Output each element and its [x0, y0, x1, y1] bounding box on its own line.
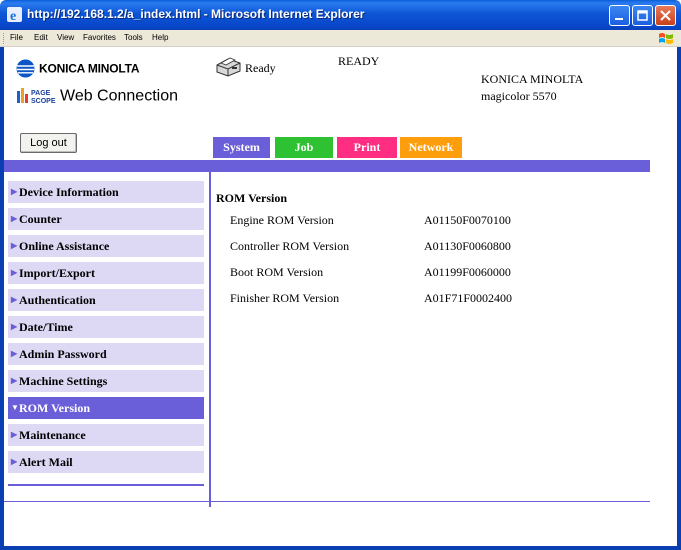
sidebar-item-label: Counter	[19, 212, 62, 226]
rom-value-finisher: A01F71F0002400	[424, 291, 513, 305]
window-title: http://192.168.1.2/a_index.html - Micros…	[27, 7, 365, 21]
menu-view[interactable]: View	[57, 33, 74, 42]
menu-bar: File Edit View Favorites Tools Help	[0, 30, 681, 47]
header-divider-band	[4, 160, 650, 172]
sidebar-nav: ▶ Device Information ▶ Counter ▶ Online Ass…	[4, 172, 211, 507]
web-connection-logo: PAGE SCOPE Web Connection	[16, 87, 178, 105]
rom-label-finisher: Finisher ROM Version	[230, 291, 340, 305]
triangle-right-icon: ▶	[11, 241, 18, 250]
triangle-right-icon: ▶	[11, 430, 18, 439]
close-icon	[660, 10, 671, 21]
menu-favorites[interactable]: Favorites	[83, 33, 116, 42]
triangle-right-icon: ▶	[11, 187, 18, 196]
rom-label-boot: Boot ROM Version	[230, 265, 324, 279]
app-logo-text: Web Connection	[60, 87, 178, 105]
sidebar-item-label: Admin Password	[19, 347, 107, 361]
sidebar-footer-rule	[8, 484, 204, 486]
sidebar-item-maintenance[interactable]: ▶ Maintenance	[8, 424, 204, 446]
maximize-icon	[637, 10, 648, 21]
printer-icon	[216, 57, 241, 77]
menu-tools[interactable]: Tools	[124, 33, 143, 42]
triangle-right-icon: ▶	[11, 295, 18, 304]
rom-label-controller: Controller ROM Version	[230, 239, 350, 253]
sidebar-item-device-information[interactable]: ▶ Device Information	[8, 181, 204, 203]
window-border-right	[677, 47, 681, 550]
sidebar-item-label: Device Information	[19, 185, 119, 199]
menu-file[interactable]: File	[10, 33, 23, 42]
tab-job[interactable]: Job	[275, 137, 333, 158]
menu-help[interactable]: Help	[152, 33, 168, 42]
sidebar-item-counter[interactable]: ▶ Counter	[8, 208, 204, 230]
sidebar-item-label: Date/Time	[19, 320, 73, 334]
toolbar-grip	[3, 33, 5, 44]
minimize-button[interactable]	[609, 5, 630, 26]
internet-explorer-icon: e	[7, 7, 22, 23]
printer-status-message: READY	[338, 54, 380, 68]
rom-value-engine: A01150F0070100	[424, 213, 511, 227]
windows-logo-icon	[659, 33, 673, 44]
logout-button[interactable]: Log out	[20, 133, 77, 153]
window-border-bottom	[0, 546, 681, 550]
rom-label-engine: Engine ROM Version	[230, 213, 334, 227]
sidebar-item-machine-settings[interactable]: ▶ Machine Settings	[8, 370, 204, 392]
window-titlebar[interactable]: e http://192.168.1.2/a_index.html - Micr…	[0, 0, 681, 30]
maximize-button[interactable]	[632, 5, 653, 26]
sidebar-item-label: Authentication	[19, 293, 96, 307]
triangle-down-icon: ▼	[11, 403, 19, 412]
minimize-icon	[615, 18, 623, 20]
triangle-right-icon: ▶	[11, 457, 18, 466]
menu-edit[interactable]: Edit	[34, 33, 48, 42]
sidebar-item-rom-version[interactable]: ▼ROM Version	[8, 397, 204, 419]
konica-minolta-logo: KONICA MINOLTA	[16, 59, 139, 78]
close-button[interactable]	[655, 5, 676, 26]
svg-text:SCOPE: SCOPE	[31, 98, 56, 105]
rom-value-controller: A01130F0060800	[424, 239, 511, 253]
svg-text:e: e	[10, 9, 16, 23]
content-bottom-rule	[4, 501, 650, 502]
brand-logo-text: KONICA MINOLTA	[39, 61, 140, 76]
triangle-right-icon: ▶	[11, 268, 18, 277]
sidebar-item-label: Machine Settings	[19, 374, 108, 388]
model-name: magicolor 5570	[481, 89, 557, 103]
page-title: ROM Version	[216, 191, 288, 205]
tab-print[interactable]: Print	[337, 137, 397, 158]
model-brand: KONICA MINOLTA	[481, 72, 584, 86]
sidebar-item-alert-mail[interactable]: ▶ Alert Mail	[8, 451, 204, 473]
sidebar-item-label: Maintenance	[19, 428, 86, 442]
sidebar-item-label: Online Assistance	[19, 239, 110, 253]
tab-system[interactable]: System	[213, 137, 270, 158]
konica-minolta-globe-icon	[16, 59, 35, 78]
sidebar-item-label: ROM Version	[19, 401, 91, 415]
svg-text:PAGE: PAGE	[31, 90, 51, 97]
printer-ready-label: Ready	[245, 61, 276, 75]
rom-value-boot: A01199F0060000	[424, 265, 511, 279]
sidebar-item-label: Import/Export	[19, 266, 95, 280]
pagescope-logo-icon: PAGE SCOPE	[17, 88, 56, 105]
web-page: KONICA MINOLTA PAGE SCOPE Web Connection…	[4, 47, 677, 546]
sidebar-item-import-export[interactable]: ▶ Import/Export	[8, 262, 204, 284]
sidebar-item-date-time[interactable]: ▶ Date/Time	[8, 316, 204, 338]
sidebar-item-admin-password[interactable]: ▶ Admin Password	[8, 343, 204, 365]
tab-network[interactable]: Network	[400, 137, 462, 158]
sidebar-item-label: Alert Mail	[19, 455, 73, 469]
sidebar-item-online-assistance[interactable]: ▶ Online Assistance	[8, 235, 204, 257]
sidebar-item-authentication[interactable]: ▶ Authentication	[8, 289, 204, 311]
triangle-right-icon: ▶	[11, 322, 18, 331]
triangle-right-icon: ▶	[11, 376, 18, 385]
triangle-right-icon: ▶	[11, 214, 18, 223]
triangle-right-icon: ▶	[11, 349, 18, 358]
